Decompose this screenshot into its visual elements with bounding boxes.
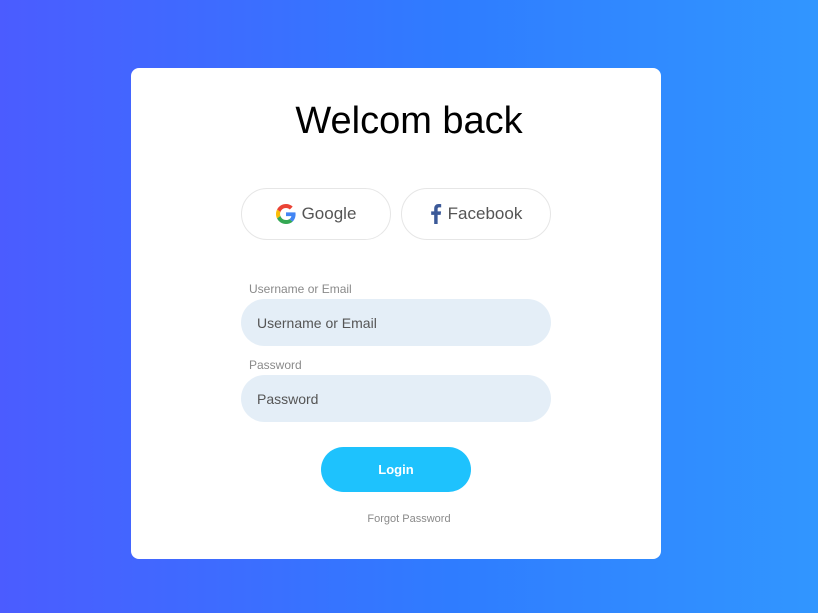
username-input[interactable] [241,299,551,346]
page-title: Welcom back [295,100,523,142]
facebook-icon [430,204,442,224]
facebook-label: Facebook [447,204,523,223]
login-button[interactable]: Login [321,447,471,492]
forgot-password-link[interactable]: Forgot Password [0,513,818,525]
username-label: Username or Email [249,282,352,296]
google-icon [275,204,296,224]
google-login-button[interactable]: Google [241,188,391,240]
password-input[interactable] [241,375,551,422]
password-label: Password [249,358,302,372]
facebook-login-button[interactable]: Facebook [401,188,551,240]
google-label: Google [301,204,357,223]
